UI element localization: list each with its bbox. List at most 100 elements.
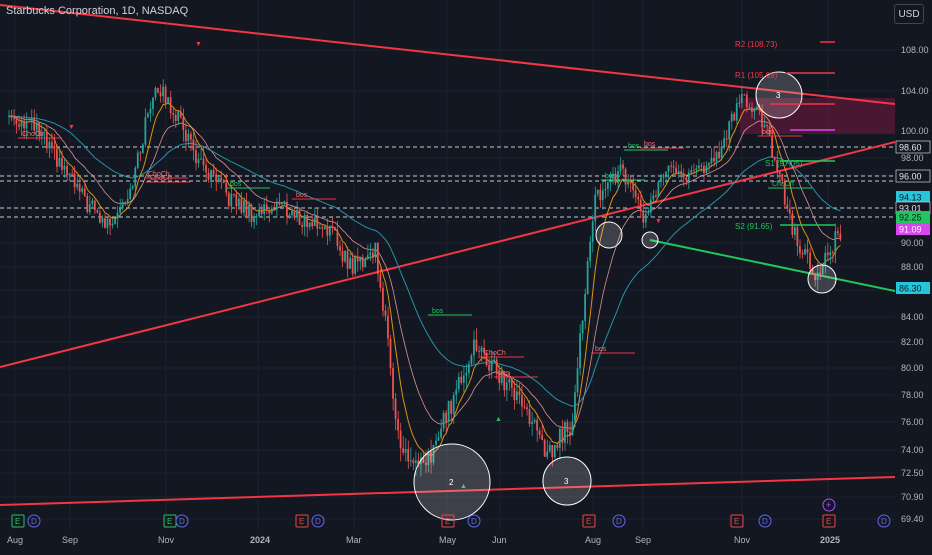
candle-body [124, 202, 127, 204]
candle-body [232, 193, 235, 195]
candle-body [637, 196, 640, 200]
candle-body [349, 258, 351, 269]
candle-body [624, 168, 627, 185]
candle-body [644, 213, 647, 223]
candle-body [452, 394, 455, 414]
candle-body [164, 86, 167, 104]
structure-label: bos [296, 192, 308, 199]
candle-body [104, 218, 106, 228]
price-chart[interactable]: ChoChbosChoChbosbosbosChoChbos bosbosChoC… [0, 0, 932, 550]
candle-body [339, 246, 341, 251]
candle-body [331, 226, 334, 228]
price-tag: 98.60 [899, 143, 922, 153]
candle-body [63, 165, 66, 170]
candle-body [692, 170, 695, 172]
candle-body [728, 121, 731, 140]
candle-body [660, 177, 662, 183]
y-tick-label: 90.00 [901, 238, 924, 248]
candle-body [313, 217, 316, 227]
y-tick-label: 98.00 [901, 153, 924, 163]
candle-body [222, 180, 225, 184]
candle-body [121, 202, 124, 209]
candle-body [589, 241, 592, 262]
candle-body [382, 287, 384, 311]
pivot-label: S1 (97.05) [765, 159, 803, 168]
candle-body [207, 172, 210, 180]
candle-body [594, 194, 597, 222]
candle-body [538, 430, 541, 435]
candle-body [447, 401, 450, 422]
candle-body [280, 203, 283, 205]
candle-body [548, 444, 551, 452]
candle-body [730, 113, 733, 122]
candle-body [96, 210, 99, 213]
candle-body [53, 145, 56, 149]
candle-body [569, 431, 571, 436]
candle-body [409, 460, 412, 462]
candle-body [50, 141, 53, 146]
candle-body [576, 368, 579, 393]
candle-body [778, 171, 781, 174]
candle-body [685, 177, 688, 181]
candle-body [356, 256, 359, 262]
candle-body [437, 437, 440, 441]
candle-body [786, 204, 789, 209]
signal-arrow: ▼ [655, 218, 662, 225]
candle-body [35, 122, 38, 131]
candle-body [473, 339, 475, 356]
signal-arrow: ▼ [68, 124, 75, 131]
structure-label: bos [605, 173, 617, 180]
candle-body [397, 419, 399, 431]
candle-body [553, 444, 556, 458]
candle-body [384, 310, 387, 316]
candle-body [179, 111, 182, 118]
structure-label: ChoCh [772, 181, 794, 188]
candle-body [551, 444, 554, 458]
structure-label: bos [628, 143, 640, 150]
candle-body [187, 133, 190, 142]
event-label: E [299, 517, 304, 526]
candle-body [212, 169, 215, 175]
candle-body [642, 210, 645, 223]
candle-body [480, 347, 483, 352]
candle-body [521, 395, 523, 407]
candle-body [354, 256, 357, 274]
candle-body [515, 391, 518, 401]
currency-button[interactable]: USD [894, 4, 924, 24]
candle-body [159, 92, 162, 97]
candle-body [804, 249, 806, 255]
candle-body [680, 170, 683, 175]
candle-body [366, 255, 369, 260]
chart-area[interactable]: ChoCh bos ChoCh bos bos bos ChoCh bos bos bos ChoC… [0, 0, 932, 550]
y-tick-label: 72.50 [901, 468, 924, 478]
candle-body [407, 449, 410, 462]
candle-body [15, 119, 18, 125]
candle-body [771, 135, 774, 158]
candle-body [599, 189, 602, 201]
event-label: E [826, 517, 831, 526]
candle-body [116, 212, 119, 219]
candle-body [543, 440, 546, 457]
candle-body [293, 210, 296, 218]
candle-body [629, 181, 632, 184]
wave-circle [807, 264, 837, 294]
pivot-label: S2 (91.65) [735, 222, 773, 231]
candle-body [541, 434, 544, 441]
candle-body [253, 216, 255, 223]
candle-body [141, 144, 144, 153]
candle-body [240, 198, 243, 213]
candle-body [394, 398, 397, 420]
candle-body [101, 218, 104, 223]
candle-body [591, 221, 594, 242]
wave-circle [595, 221, 623, 249]
candle-body [364, 259, 367, 268]
candle-body [634, 190, 637, 197]
candle-body [738, 102, 741, 104]
y-tick-label: 74.00 [901, 445, 924, 455]
x-tick-label: Sep [62, 535, 78, 545]
candle-body [462, 375, 465, 383]
candle-body [98, 212, 101, 223]
candle-body [756, 106, 758, 109]
candle-body [197, 159, 200, 164]
pivot-label: R2 (108.73) [735, 40, 778, 49]
